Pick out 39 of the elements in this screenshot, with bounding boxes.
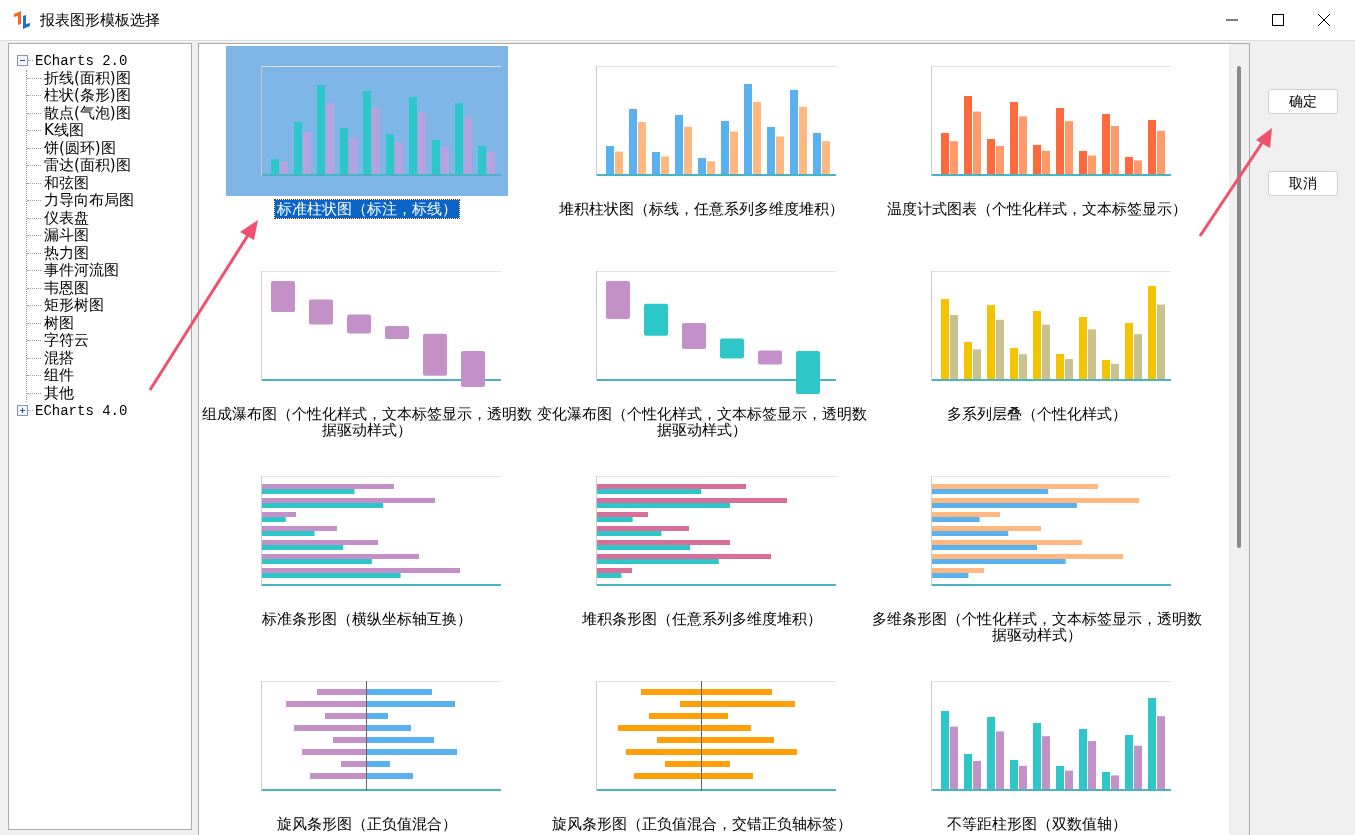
template-caption[interactable]: 组成瀑布图（个性化样式，文本标签显示，透明数据驱动样式） [199, 405, 534, 439]
tree-item[interactable]: 韦恩图 [44, 278, 89, 298]
template-caption[interactable]: 堆积条形图（任意系列多维度堆积） [579, 610, 824, 628]
tree-item[interactable]: 树图 [44, 313, 74, 333]
tree-item[interactable]: 混搭 [44, 348, 74, 368]
tree-item[interactable]: 组件 [44, 366, 74, 386]
tree-item[interactable]: 仪表盘 [44, 208, 89, 228]
dialog-button[interactable]: 取消 [1267, 171, 1338, 196]
tree-item[interactable]: 矩形树图 [44, 296, 104, 316]
template-caption[interactable]: 变化瀑布图（个性化样式，文本标签显示，透明数据驱动样式） [534, 405, 869, 439]
window-title: 报表图形模板选择 [40, 10, 160, 30]
tree-item[interactable]: 折线(面积)图 [44, 68, 131, 88]
collapse-toggle-icon[interactable] [17, 55, 28, 67]
tree-item[interactable]: 饼(圆环)图 [44, 138, 116, 158]
tree-item[interactable]: 和弦图 [44, 173, 89, 193]
tree-item[interactable]: 雷达(面积)图 [44, 156, 131, 176]
tree-item[interactable]: 其他 [44, 383, 74, 403]
template-caption[interactable]: 多维条形图（个性化样式，文本标签显示，透明数据驱动样式） [869, 610, 1204, 644]
tree-item[interactable]: 热力图 [44, 243, 89, 263]
tree-item[interactable]: 力导向布局图 [44, 191, 134, 211]
tree-item[interactable]: 字符云 [44, 331, 89, 351]
template-caption[interactable]: 多系列层叠（个性化样式） [944, 405, 1129, 423]
tree-item[interactable]: 柱状(条形)图 [44, 86, 131, 106]
template-caption[interactable]: 堆积柱状图（标线，任意系列多维度堆积） [557, 200, 846, 218]
tree-item[interactable]: ECharts 4.0 [35, 402, 128, 419]
tree-item[interactable]: 漏斗图 [44, 226, 89, 246]
tree-item[interactable]: 散点(气泡)图 [44, 103, 131, 123]
app-icon [12, 10, 32, 30]
template-caption[interactable]: 不等距柱形图（双数值轴） [944, 815, 1129, 833]
template-caption[interactable]: 旋风条形图（正负值混合，交错正负轴标签） [549, 815, 854, 833]
expand-toggle-icon[interactable] [17, 405, 28, 417]
tree-item[interactable]: K线图 [44, 121, 84, 141]
template-caption[interactable]: 旋风条形图（正负值混合） [274, 815, 459, 833]
tree-item[interactable]: ECharts 2.0 [35, 52, 128, 69]
dialog-button[interactable]: 确定 [1267, 89, 1338, 114]
template-caption[interactable]: 标准条形图（横纵坐标轴互换） [259, 610, 474, 628]
tree-item[interactable]: 事件河流图 [44, 261, 119, 281]
template-caption[interactable]: 温度计式图表（个性化样式，文本标签显示） [884, 200, 1189, 218]
template-caption[interactable]: 标准柱状图（标注，标线） [274, 200, 459, 218]
